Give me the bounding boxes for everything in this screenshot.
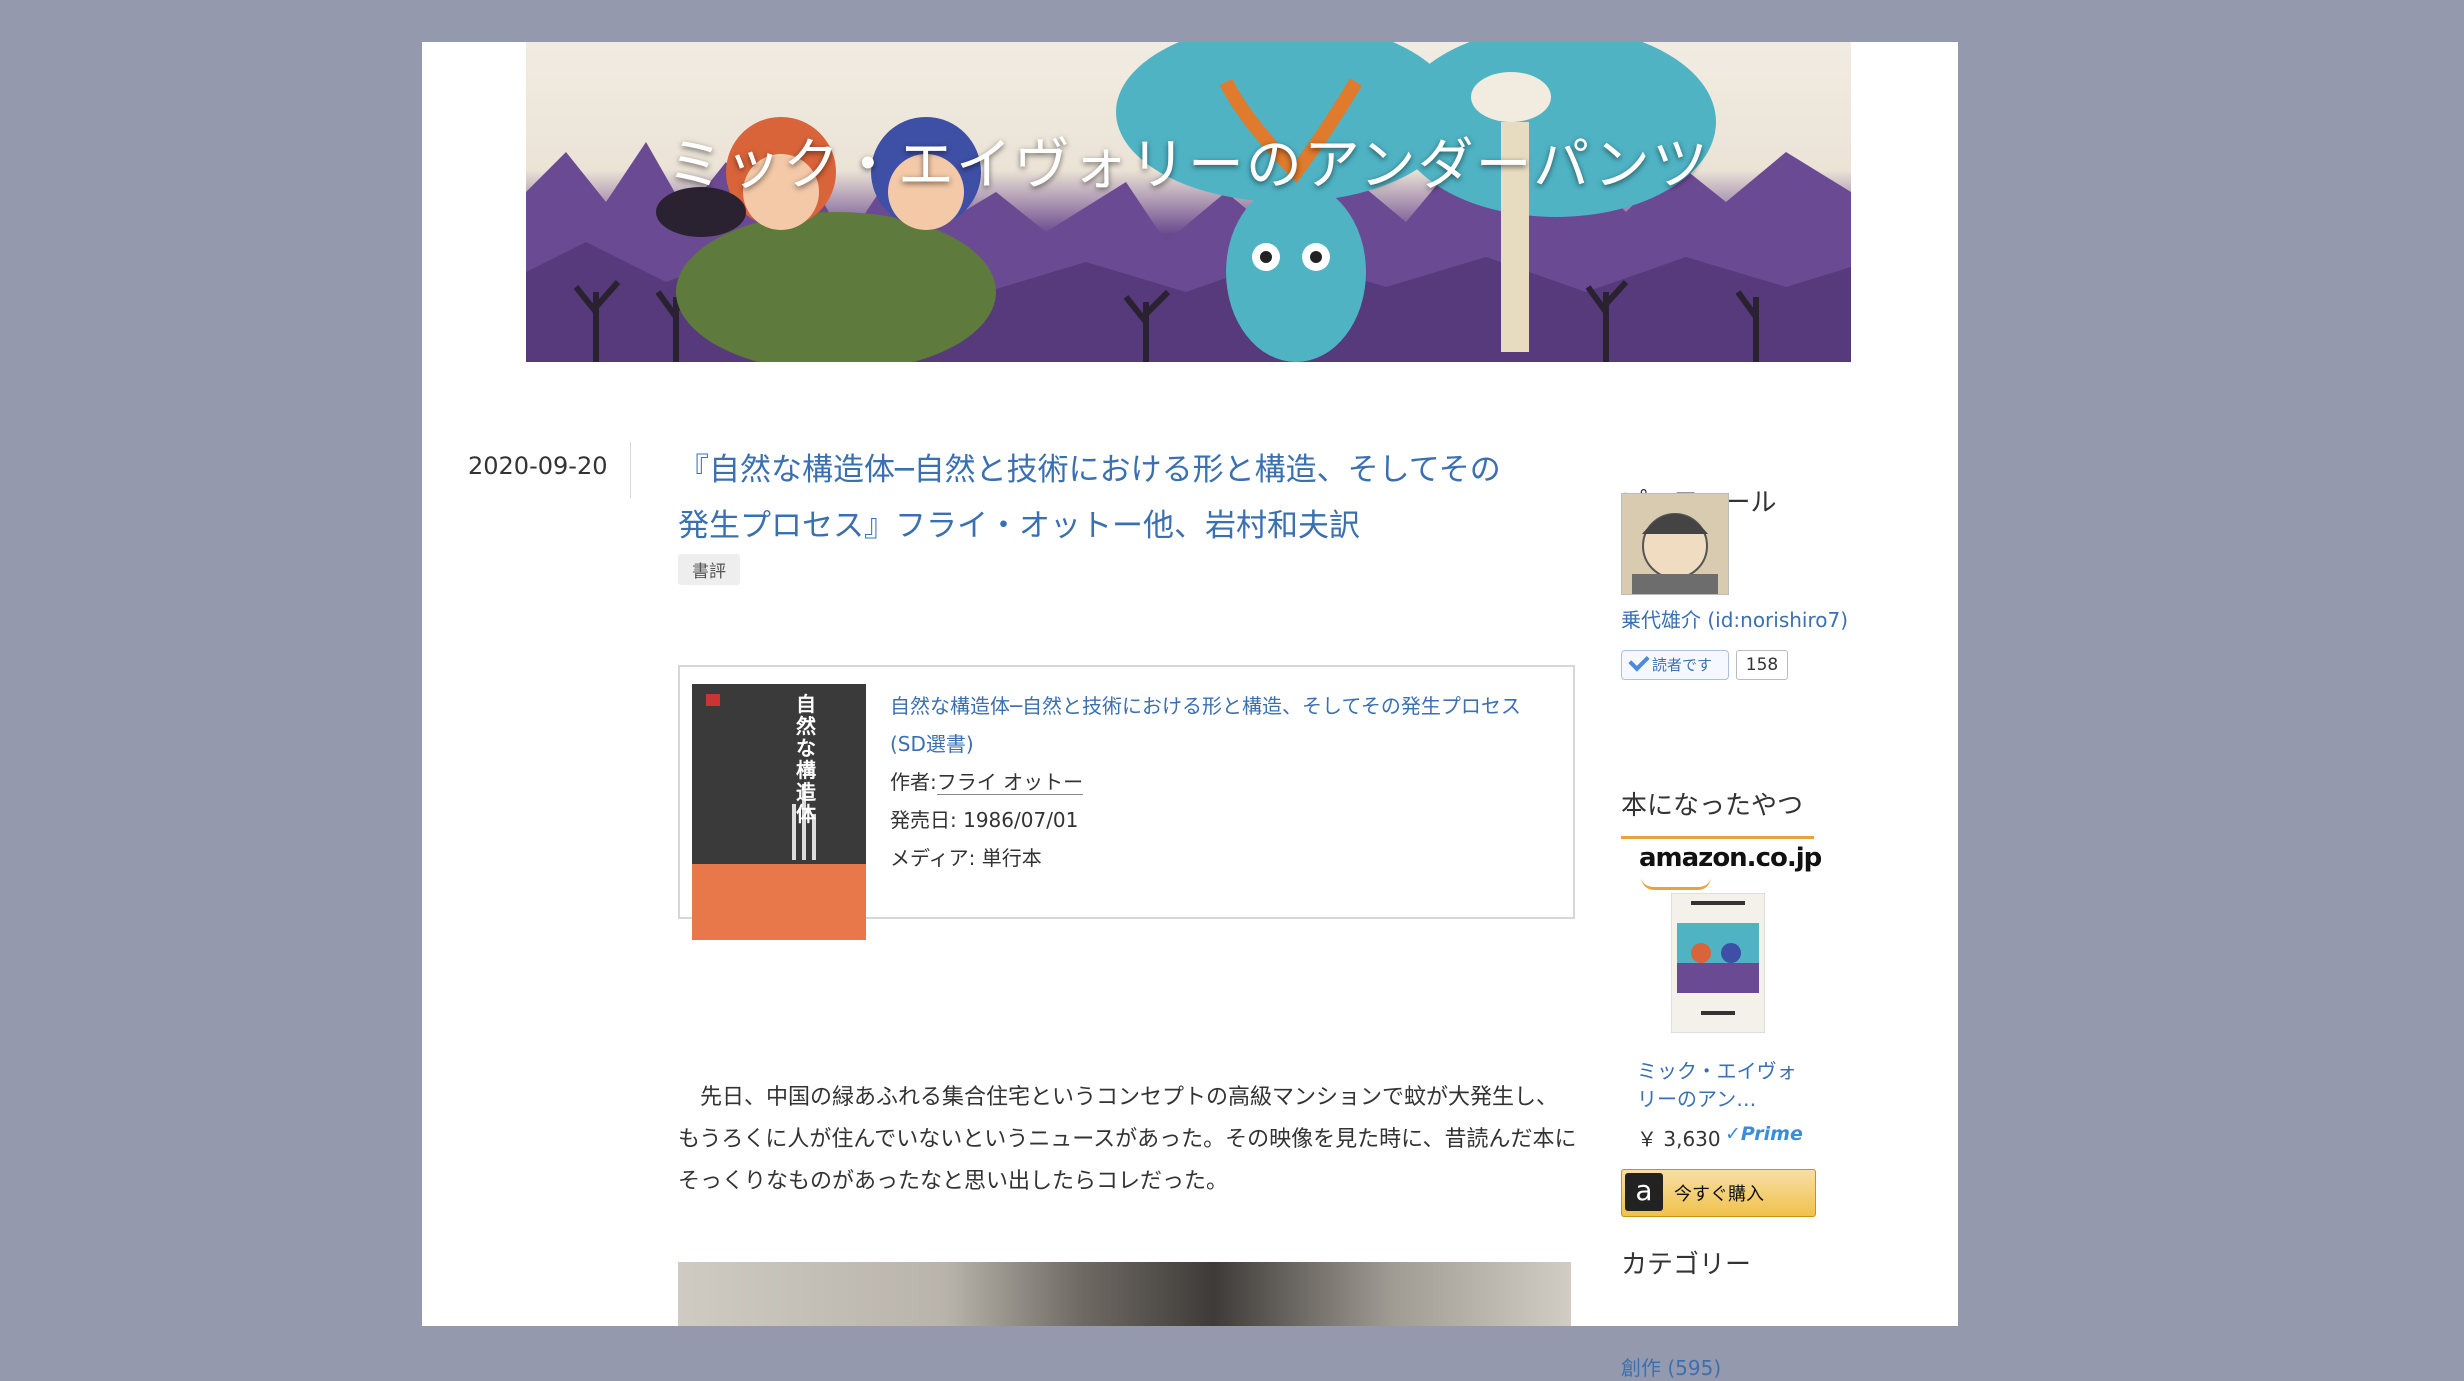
book-cover-title: 自然な構造体 [796,692,816,826]
book-heading: 本になったやつ [1621,791,1804,821]
author-link[interactable]: フライ オットー [936,770,1084,795]
reader-button[interactable]: 読者です [1621,650,1729,680]
avatar-illustration [1632,513,1718,594]
profile-avatar[interactable] [1621,493,1729,595]
entry-title[interactable]: 『自然な構造体─自然と技術における形と構造、そしてその発生プロセス』フライ・オッ… [678,442,1528,554]
buy-now-button[interactable]: a 今すぐ購入 [1621,1169,1816,1217]
header-banner[interactable]: ミック・エイヴォリーのアンダーパンツ [526,42,1851,362]
release-date: 1986/07/01 [963,808,1079,832]
amazon-product-box: 自然な構造体 自然な構造体─自然と技術における形と構造、そしてその発生プロセス … [678,665,1575,940]
date-divider [630,442,631,498]
author-label: 作者: [890,770,937,794]
category-heading: カテゴリー [1621,1250,1752,1280]
blog-title[interactable]: ミック・エイヴォリーのアンダーパンツ [526,120,1851,201]
entry-body-paragraph: 先日、中国の緑あふれる集合住宅というコンセプトの高級マンションで蚊が大発生し、も… [678,1085,1577,1194]
buy-now-label: 今すぐ購入 [1674,1184,1764,1205]
category-link[interactable]: 創作 (595) [1621,1352,1721,1381]
amazon-release-row: 発売日: 1986/07/01 [890,801,1560,839]
widget-book-title[interactable]: ミック・エイヴォリーのアン… [1637,1057,1807,1113]
entry-date[interactable]: 2020-09-20 [468,452,607,480]
media-value: 単行本 [981,846,1042,870]
amazon-media-row: メディア: 単行本 [890,839,1560,877]
release-label: 発売日: [890,808,957,832]
prime-badge: ✓Prime [1725,1123,1803,1145]
entry-body-image[interactable] [678,1262,1571,1326]
amazon-widget: amazon.co.jp ミック・エイヴォリーのアン… ￥ 3,630 ✓Pri… [1621,836,1822,1222]
reader-button-label: 読者です [1652,656,1713,674]
amazon-author-row: 作者:フライ オットー [890,763,1560,801]
amazon-product-title[interactable]: 自然な構造体─自然と技術における形と構造、そしてその発生プロセス (SD選書) [890,687,1560,763]
category-tag[interactable]: 書評 [678,554,740,585]
page-container: ミック・エイヴォリーのアンダーパンツ 2020-09-20 『自然な構造体─自然… [422,42,1958,1380]
media-label: メディア: [890,846,976,870]
check-icon [1628,650,1650,672]
banner-illustration [526,42,1851,362]
widget-book-price: ￥ 3,630 [1637,1127,1721,1151]
reader-count: 158 [1736,650,1788,680]
amazon-a-icon: a [1625,1173,1663,1211]
amazon-product-info: 自然な構造体─自然と技術における形と構造、そしてその発生プロセス (SD選書) … [890,687,1560,877]
widget-book-cover[interactable] [1671,893,1765,1033]
amazon-logo[interactable]: amazon.co.jp [1639,843,1822,873]
amazon-smile-icon [1641,877,1711,890]
profile-name-link[interactable]: 乗代雄介 (id:norishiro7) [1621,604,1848,633]
book-cover-image[interactable] [692,684,866,940]
